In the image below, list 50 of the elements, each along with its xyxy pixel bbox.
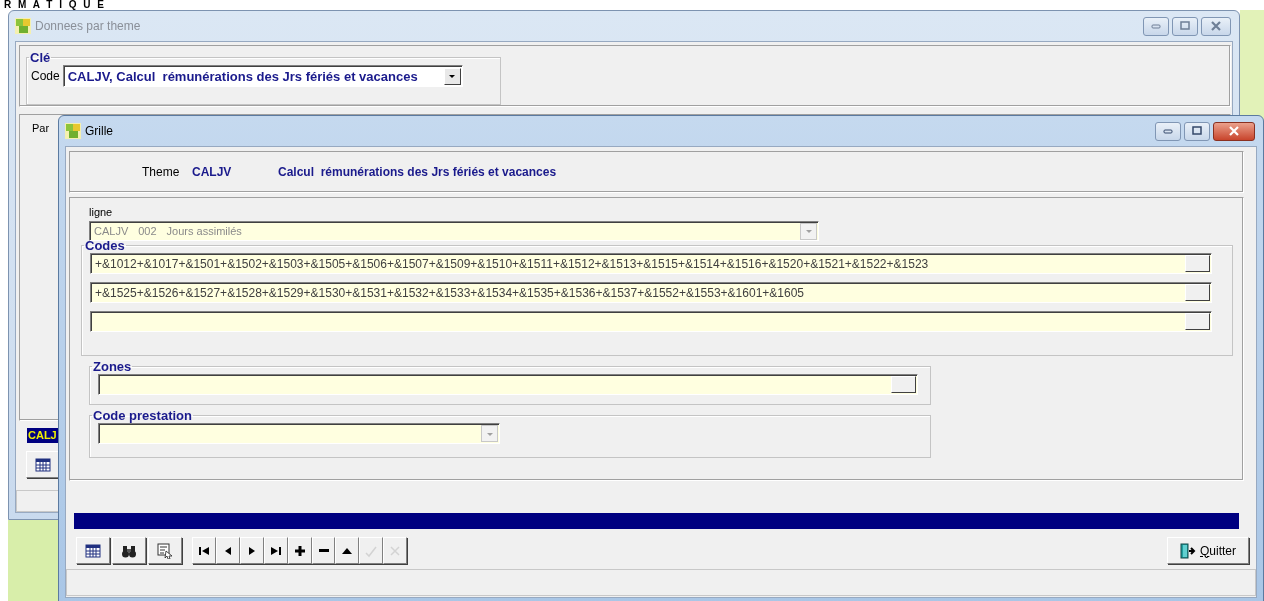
table-icon bbox=[35, 456, 51, 473]
group-label: Codes bbox=[84, 238, 126, 253]
minus-icon bbox=[318, 549, 329, 552]
caret-icon bbox=[447, 72, 458, 80]
add-button[interactable] bbox=[288, 537, 312, 564]
code-dropdown[interactable] bbox=[98, 423, 500, 444]
maximize-button[interactable] bbox=[1172, 16, 1198, 36]
close-button[interactable] bbox=[1201, 16, 1231, 36]
input-field[interactable] bbox=[98, 374, 918, 395]
panel-label: Par bbox=[32, 122, 50, 135]
field-label: Code bbox=[31, 69, 60, 83]
browse-button[interactable] bbox=[891, 376, 916, 393]
theme-label: Theme bbox=[142, 165, 181, 179]
table-icon bbox=[85, 542, 101, 559]
form-pointer-icon bbox=[157, 542, 173, 559]
input-field[interactable]: +&1012+&1017+&1501+&1502+&1503+&1505+&1506+&1507+&1509+&1510+&1511+&1512+&1513+&1515+&1514+&1516+&1520+&1521+&1522+&1523 bbox=[90, 253, 1212, 274]
input-field[interactable] bbox=[90, 311, 1212, 332]
form-button[interactable] bbox=[148, 537, 182, 564]
browse-button[interactable] bbox=[1185, 313, 1210, 330]
maximize-button[interactable] bbox=[1184, 121, 1210, 141]
browse-button[interactable] bbox=[1185, 284, 1210, 301]
page-heading: R M A T I Q U E bbox=[4, 0, 107, 10]
minimize-button[interactable] bbox=[1143, 16, 1169, 36]
app-logo-icon bbox=[15, 18, 31, 34]
input-field[interactable]: +&1525+&1526+&1527+&1528+&1529+&1530+&1531+&1532+&1533+&1534+&1535+&1536+&1537+&1552+&1553+&1601+&1605 bbox=[90, 282, 1212, 303]
search-button[interactable] bbox=[112, 537, 146, 564]
window-title: Donnees par theme bbox=[35, 19, 141, 33]
record-label: CALJ bbox=[27, 428, 58, 444]
up-button[interactable] bbox=[335, 537, 359, 564]
last-button[interactable] bbox=[264, 537, 288, 564]
app-logo-icon bbox=[65, 123, 81, 139]
theme-code: CALJV bbox=[192, 165, 233, 179]
group-label: Zones bbox=[92, 359, 133, 374]
first-button[interactable] bbox=[192, 537, 216, 564]
browse-button[interactable] bbox=[1185, 255, 1210, 272]
code-dropdown[interactable]: CALJV, Calcul rémunérations des Jrs fériés et vacances bbox=[62, 65, 463, 87]
group-label: Code prestation bbox=[92, 408, 193, 423]
theme-name: Calcul rémunérations des Jrs fériés et vacances bbox=[278, 165, 557, 179]
previous-button[interactable] bbox=[216, 537, 240, 564]
window-title: Grille bbox=[85, 124, 113, 138]
minimize-button[interactable] bbox=[1155, 121, 1181, 141]
grid-button[interactable] bbox=[26, 451, 60, 479]
quit-button[interactable]: Quitter bbox=[1167, 537, 1249, 564]
remove-button[interactable] bbox=[312, 537, 335, 564]
door-exit-icon bbox=[1180, 542, 1196, 559]
group-label: Clé bbox=[29, 50, 52, 65]
close-button[interactable] bbox=[1213, 121, 1255, 141]
grid-button[interactable] bbox=[76, 537, 110, 564]
field-label: ligne bbox=[89, 206, 114, 218]
next-button[interactable] bbox=[240, 537, 264, 564]
